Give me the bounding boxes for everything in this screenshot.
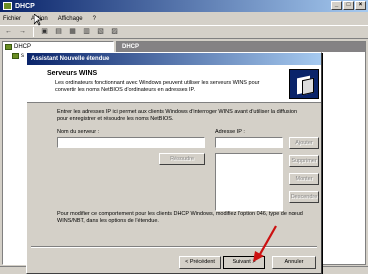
toolbar: ← → ▣ ▤ ▦ ▥ ▧ ▨: [0, 25, 368, 39]
ip-address-input[interactable]: [215, 137, 283, 148]
server-icon: [12, 52, 19, 59]
properties-icon[interactable]: ▨: [109, 27, 120, 37]
wizard-header: Serveurs WINS Les ordinateurs fonctionna…: [27, 65, 321, 103]
resolve-button[interactable]: Résoudre: [159, 153, 205, 165]
wizard-pages-icon: [289, 69, 319, 99]
show-tree-icon[interactable]: ▤: [53, 27, 64, 37]
menu-help[interactable]: ?: [93, 16, 96, 22]
tree-item-label: s: [21, 52, 24, 59]
dhcp-server-icon: [5, 43, 12, 50]
server-name-input[interactable]: [57, 137, 205, 148]
wizard-note-text: Pour modifier ce comportement pour les c…: [57, 211, 303, 224]
add-button[interactable]: Ajouter: [289, 137, 319, 149]
window-title: DHCP: [15, 2, 35, 10]
wins-server-list[interactable]: [215, 153, 283, 211]
menu-fichier[interactable]: Fichier: [3, 16, 21, 22]
help-icon[interactable]: ▧: [95, 27, 106, 37]
menubar: Fichier Action Affichage ?: [0, 12, 368, 25]
move-up-button[interactable]: Monter: [289, 173, 319, 185]
window-controls: _ □ ×: [331, 1, 366, 10]
ip-address-label: Adresse IP :: [215, 129, 245, 135]
menu-affichage[interactable]: Affichage: [58, 16, 83, 22]
main-titlebar: DHCP _ □ ×: [0, 0, 368, 12]
back-arrow-icon[interactable]: ←: [3, 27, 14, 37]
refresh-icon[interactable]: ▦: [67, 27, 78, 37]
mouse-cursor-icon: [34, 14, 42, 26]
toolbar-separator: [33, 27, 34, 37]
wizard-description: Les ordinateurs fonctionnant avec Window…: [55, 80, 260, 93]
remove-button[interactable]: Supprimer: [289, 155, 319, 167]
forward-arrow-icon[interactable]: →: [17, 27, 28, 37]
tree-item-label: DHCP: [14, 43, 32, 50]
maximize-button[interactable]: □: [343, 1, 354, 10]
back-button[interactable]: < Précédent: [179, 256, 221, 269]
tree-item-dhcp[interactable]: DHCP: [3, 42, 113, 51]
dhcp-icon: [3, 2, 12, 10]
details-header: DHCP: [117, 42, 365, 52]
server-name-label: Nom du serveur :: [57, 129, 100, 135]
export-icon[interactable]: ▥: [81, 27, 92, 37]
annotation-arrow-icon: [253, 225, 277, 262]
wizard-titlebar: Assistant Nouvelle étendue: [27, 53, 321, 65]
close-button[interactable]: ×: [355, 1, 366, 10]
wizard-intro-text: Entrer les adresses IP ici permet aux cl…: [57, 109, 298, 122]
move-down-button[interactable]: Descendre: [289, 191, 319, 203]
up-level-icon[interactable]: ▣: [39, 27, 50, 37]
minimize-button[interactable]: _: [331, 1, 342, 10]
wizard-heading: Serveurs WINS: [47, 70, 98, 77]
